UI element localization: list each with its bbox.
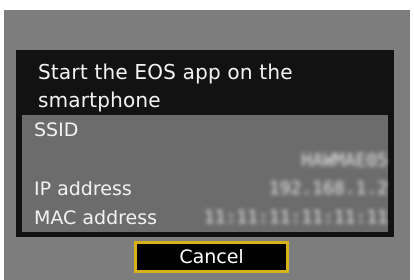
cancel-button[interactable]: Cancel	[134, 241, 289, 273]
mac-address-value: 11:11:11:11:11:11	[203, 207, 388, 228]
ssid-value: HAWMAE05	[301, 150, 388, 171]
ip-address-value: 192.168.1.2	[268, 178, 388, 199]
dialog-message-line-2: smartphone	[38, 88, 161, 112]
dialog-message: Start the EOS app on the smartphone	[38, 58, 338, 114]
ssid-label: SSID	[34, 119, 79, 141]
ip-address-label: IP address	[34, 178, 132, 200]
dialog-message-line-1: Start the EOS app on the	[38, 60, 293, 84]
mac-address-label: MAC address	[34, 207, 158, 229]
